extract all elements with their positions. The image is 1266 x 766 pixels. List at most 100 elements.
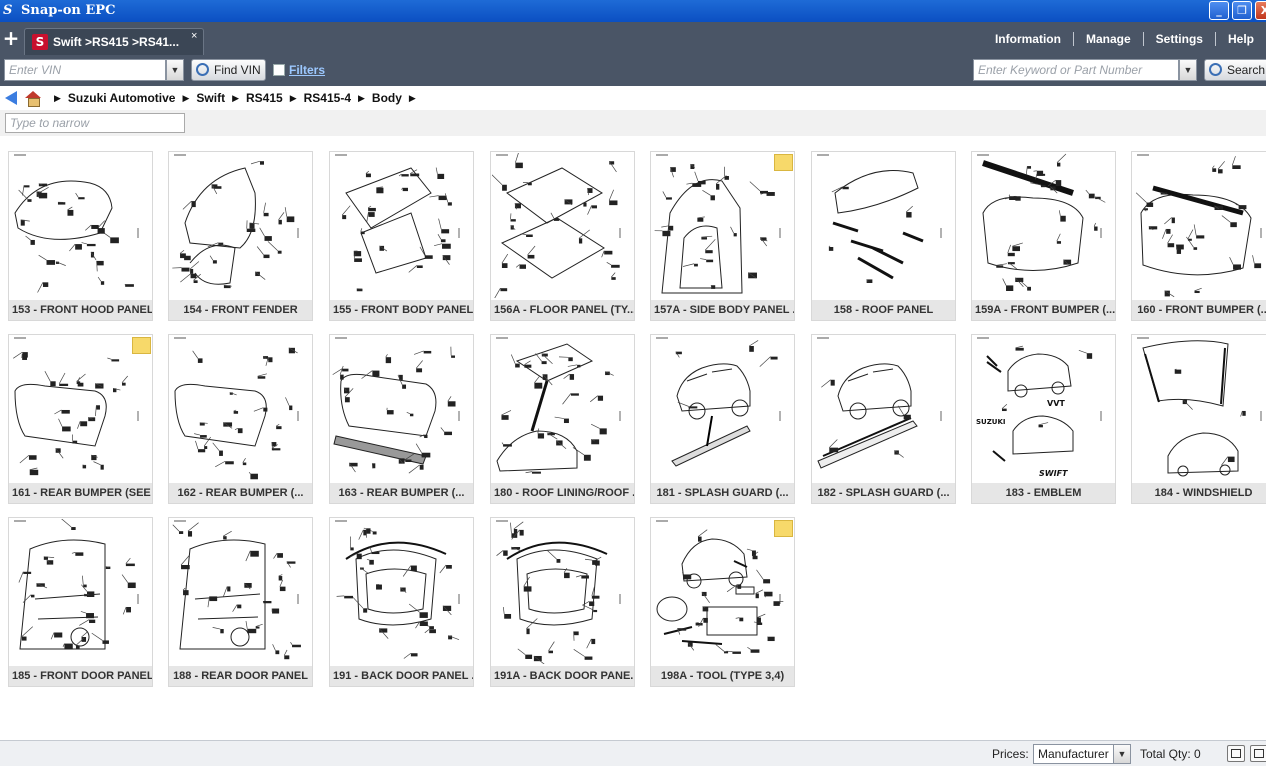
part-diagram-thumbnail[interactable] [331, 519, 472, 664]
part-diagram-thumbnail[interactable] [10, 519, 151, 664]
note-icon[interactable] [132, 337, 151, 354]
filters-checkbox[interactable] [273, 64, 285, 76]
exploded-diagram-image [1137, 337, 1262, 477]
part-group-card[interactable]: 160 - FRONT BUMPER (... [1131, 151, 1266, 321]
part-diagram-thumbnail[interactable] [170, 153, 311, 298]
cart-view-icon[interactable] [1227, 745, 1245, 762]
part-group-card[interactable]: 188 - REAR DOOR PANEL [168, 517, 313, 687]
find-vin-button[interactable]: Find VIN [191, 59, 266, 81]
part-group-card[interactable]: 184 - WINDSHIELD [1131, 334, 1266, 504]
exploded-diagram-image [14, 519, 139, 650]
new-tab-button[interactable]: + [2, 28, 20, 48]
svg-text:VVT: VVT [1047, 399, 1065, 408]
part-group-card[interactable]: 180 - ROOF LINING/ROOF ... [490, 334, 635, 504]
part-group-label: 188 - REAR DOOR PANEL [169, 666, 312, 686]
exploded-diagram-image [496, 520, 621, 664]
vin-dropdown-button[interactable]: ▼ [166, 59, 184, 81]
menu-information[interactable]: Information [983, 32, 1073, 46]
exploded-diagram-image [172, 520, 301, 660]
prices-dropdown-button[interactable]: ▼ [1113, 744, 1131, 764]
menu-settings[interactable]: Settings [1144, 32, 1215, 46]
panel-view-icon[interactable] [1250, 745, 1266, 762]
part-group-card[interactable]: SUZUKI VVT SWIFT 183 - EMBLEM [971, 334, 1116, 504]
part-group-card[interactable]: 182 - SPLASH GUARD (... [811, 334, 956, 504]
keyword-input[interactable]: Enter Keyword or Part Number [973, 59, 1179, 81]
part-group-card[interactable]: 153 - FRONT HOOD PANEL [8, 151, 153, 321]
window-title: Snap-on EPC [21, 3, 116, 18]
narrow-input[interactable]: Type to narrow [5, 113, 185, 133]
part-group-card[interactable]: 157A - SIDE BODY PANEL ... [650, 151, 795, 321]
part-diagram-thumbnail[interactable] [492, 519, 633, 664]
part-diagram-thumbnail[interactable] [813, 153, 954, 298]
part-diagram-thumbnail[interactable] [10, 336, 151, 481]
menu-help[interactable]: Help [1216, 32, 1266, 46]
breadcrumb-swift[interactable]: Swift [196, 91, 225, 105]
minimize-button[interactable]: _ [1209, 1, 1229, 20]
part-diagram-thumbnail[interactable] [1133, 153, 1266, 298]
part-group-card[interactable]: 159A - FRONT BUMPER (... [971, 151, 1116, 321]
note-icon[interactable] [774, 154, 793, 171]
exploded-diagram-image [496, 337, 621, 474]
part-diagram-thumbnail[interactable]: SUZUKI VVT SWIFT [973, 336, 1114, 481]
tab-swift[interactable]: S Swift >RS415 >RS41... × [24, 28, 204, 55]
breadcrumb-body[interactable]: Body [372, 91, 402, 105]
part-group-card[interactable]: 156A - FLOOR PANEL (TY... [490, 151, 635, 321]
exploded-diagram-image [492, 153, 621, 298]
keyword-dropdown-button[interactable]: ▼ [1179, 59, 1197, 81]
part-diagram-thumbnail[interactable] [492, 153, 633, 298]
exploded-diagram-image [654, 154, 781, 294]
search-bar: Enter VIN ▼ Find VIN Filters Enter Keywo… [0, 55, 1266, 86]
parts-group-grid: 153 - FRONT HOOD PANEL 154 - FRONT FENDER… [0, 136, 1266, 740]
part-group-card[interactable]: 191 - BACK DOOR PANEL ... [329, 517, 474, 687]
part-group-card[interactable]: 163 - REAR BUMPER (... [329, 334, 474, 504]
search-button[interactable]: Search [1204, 59, 1266, 81]
restore-button[interactable]: ❐ [1232, 1, 1252, 20]
part-diagram-thumbnail[interactable] [1133, 336, 1266, 481]
part-diagram-thumbnail[interactable] [492, 336, 633, 481]
part-diagram-thumbnail[interactable] [331, 153, 472, 298]
breadcrumb-rs415-4[interactable]: RS415-4 [304, 91, 351, 105]
exploded-diagram-image [14, 154, 139, 293]
breadcrumb-suzuki-automotive[interactable]: Suzuki Automotive [68, 91, 176, 105]
breadcrumb-arrow-icon[interactable]: ▶ [409, 93, 416, 104]
part-diagram-thumbnail[interactable] [652, 519, 793, 664]
exploded-diagram-image [332, 337, 460, 474]
prices-label: Prices: [992, 747, 1029, 761]
vin-input[interactable]: Enter VIN [4, 59, 166, 81]
part-group-label: 198A - TOOL (TYPE 3,4) [651, 666, 794, 686]
part-group-card[interactable]: 155 - FRONT BODY PANEL [329, 151, 474, 321]
home-icon[interactable] [25, 91, 41, 107]
part-group-label: 183 - EMBLEM [972, 483, 1115, 503]
part-diagram-thumbnail[interactable] [973, 153, 1114, 298]
filters-link[interactable]: Filters [289, 63, 325, 77]
part-group-card[interactable]: 181 - SPLASH GUARD (... [650, 334, 795, 504]
search-icon [196, 63, 209, 76]
part-diagram-thumbnail[interactable] [331, 336, 472, 481]
note-icon[interactable] [774, 520, 793, 537]
close-window-button[interactable]: X [1255, 1, 1266, 20]
part-diagram-thumbnail[interactable] [10, 153, 151, 298]
part-diagram-thumbnail[interactable] [813, 336, 954, 481]
part-group-card[interactable]: 198A - TOOL (TYPE 3,4) [650, 517, 795, 687]
menu-manage[interactable]: Manage [1074, 32, 1143, 46]
part-group-card[interactable]: 162 - REAR BUMPER (... [168, 334, 313, 504]
part-diagram-thumbnail[interactable] [170, 519, 311, 664]
breadcrumb-arrow-icon: ▶ [358, 92, 365, 103]
part-group-label: 184 - WINDSHIELD [1132, 483, 1266, 503]
part-group-card[interactable]: 154 - FRONT FENDER [168, 151, 313, 321]
part-group-card[interactable]: 158 - ROOF PANEL [811, 151, 956, 321]
part-diagram-thumbnail[interactable] [652, 153, 793, 298]
part-diagram-thumbnail[interactable] [652, 336, 793, 481]
svg-text:SWIFT: SWIFT [1039, 469, 1068, 478]
status-bar: Prices: Manufacturer ▼ Total Qty: 0 [0, 740, 1266, 766]
breadcrumb-arrow-icon: ▶ [182, 92, 190, 103]
part-group-card[interactable]: 191A - BACK DOOR PANE... [490, 517, 635, 687]
exploded-diagram-image [656, 520, 784, 654]
back-arrow-icon[interactable] [5, 91, 17, 105]
part-group-card[interactable]: 185 - FRONT DOOR PANEL [8, 517, 153, 687]
part-diagram-thumbnail[interactable] [170, 336, 311, 481]
tab-bar: + S Swift >RS415 >RS41... × Information … [0, 22, 1266, 55]
part-group-card[interactable]: 161 - REAR BUMPER (SEE ... [8, 334, 153, 504]
breadcrumb-rs415[interactable]: RS415 [246, 91, 283, 105]
close-tab-icon[interactable]: × [191, 30, 197, 42]
